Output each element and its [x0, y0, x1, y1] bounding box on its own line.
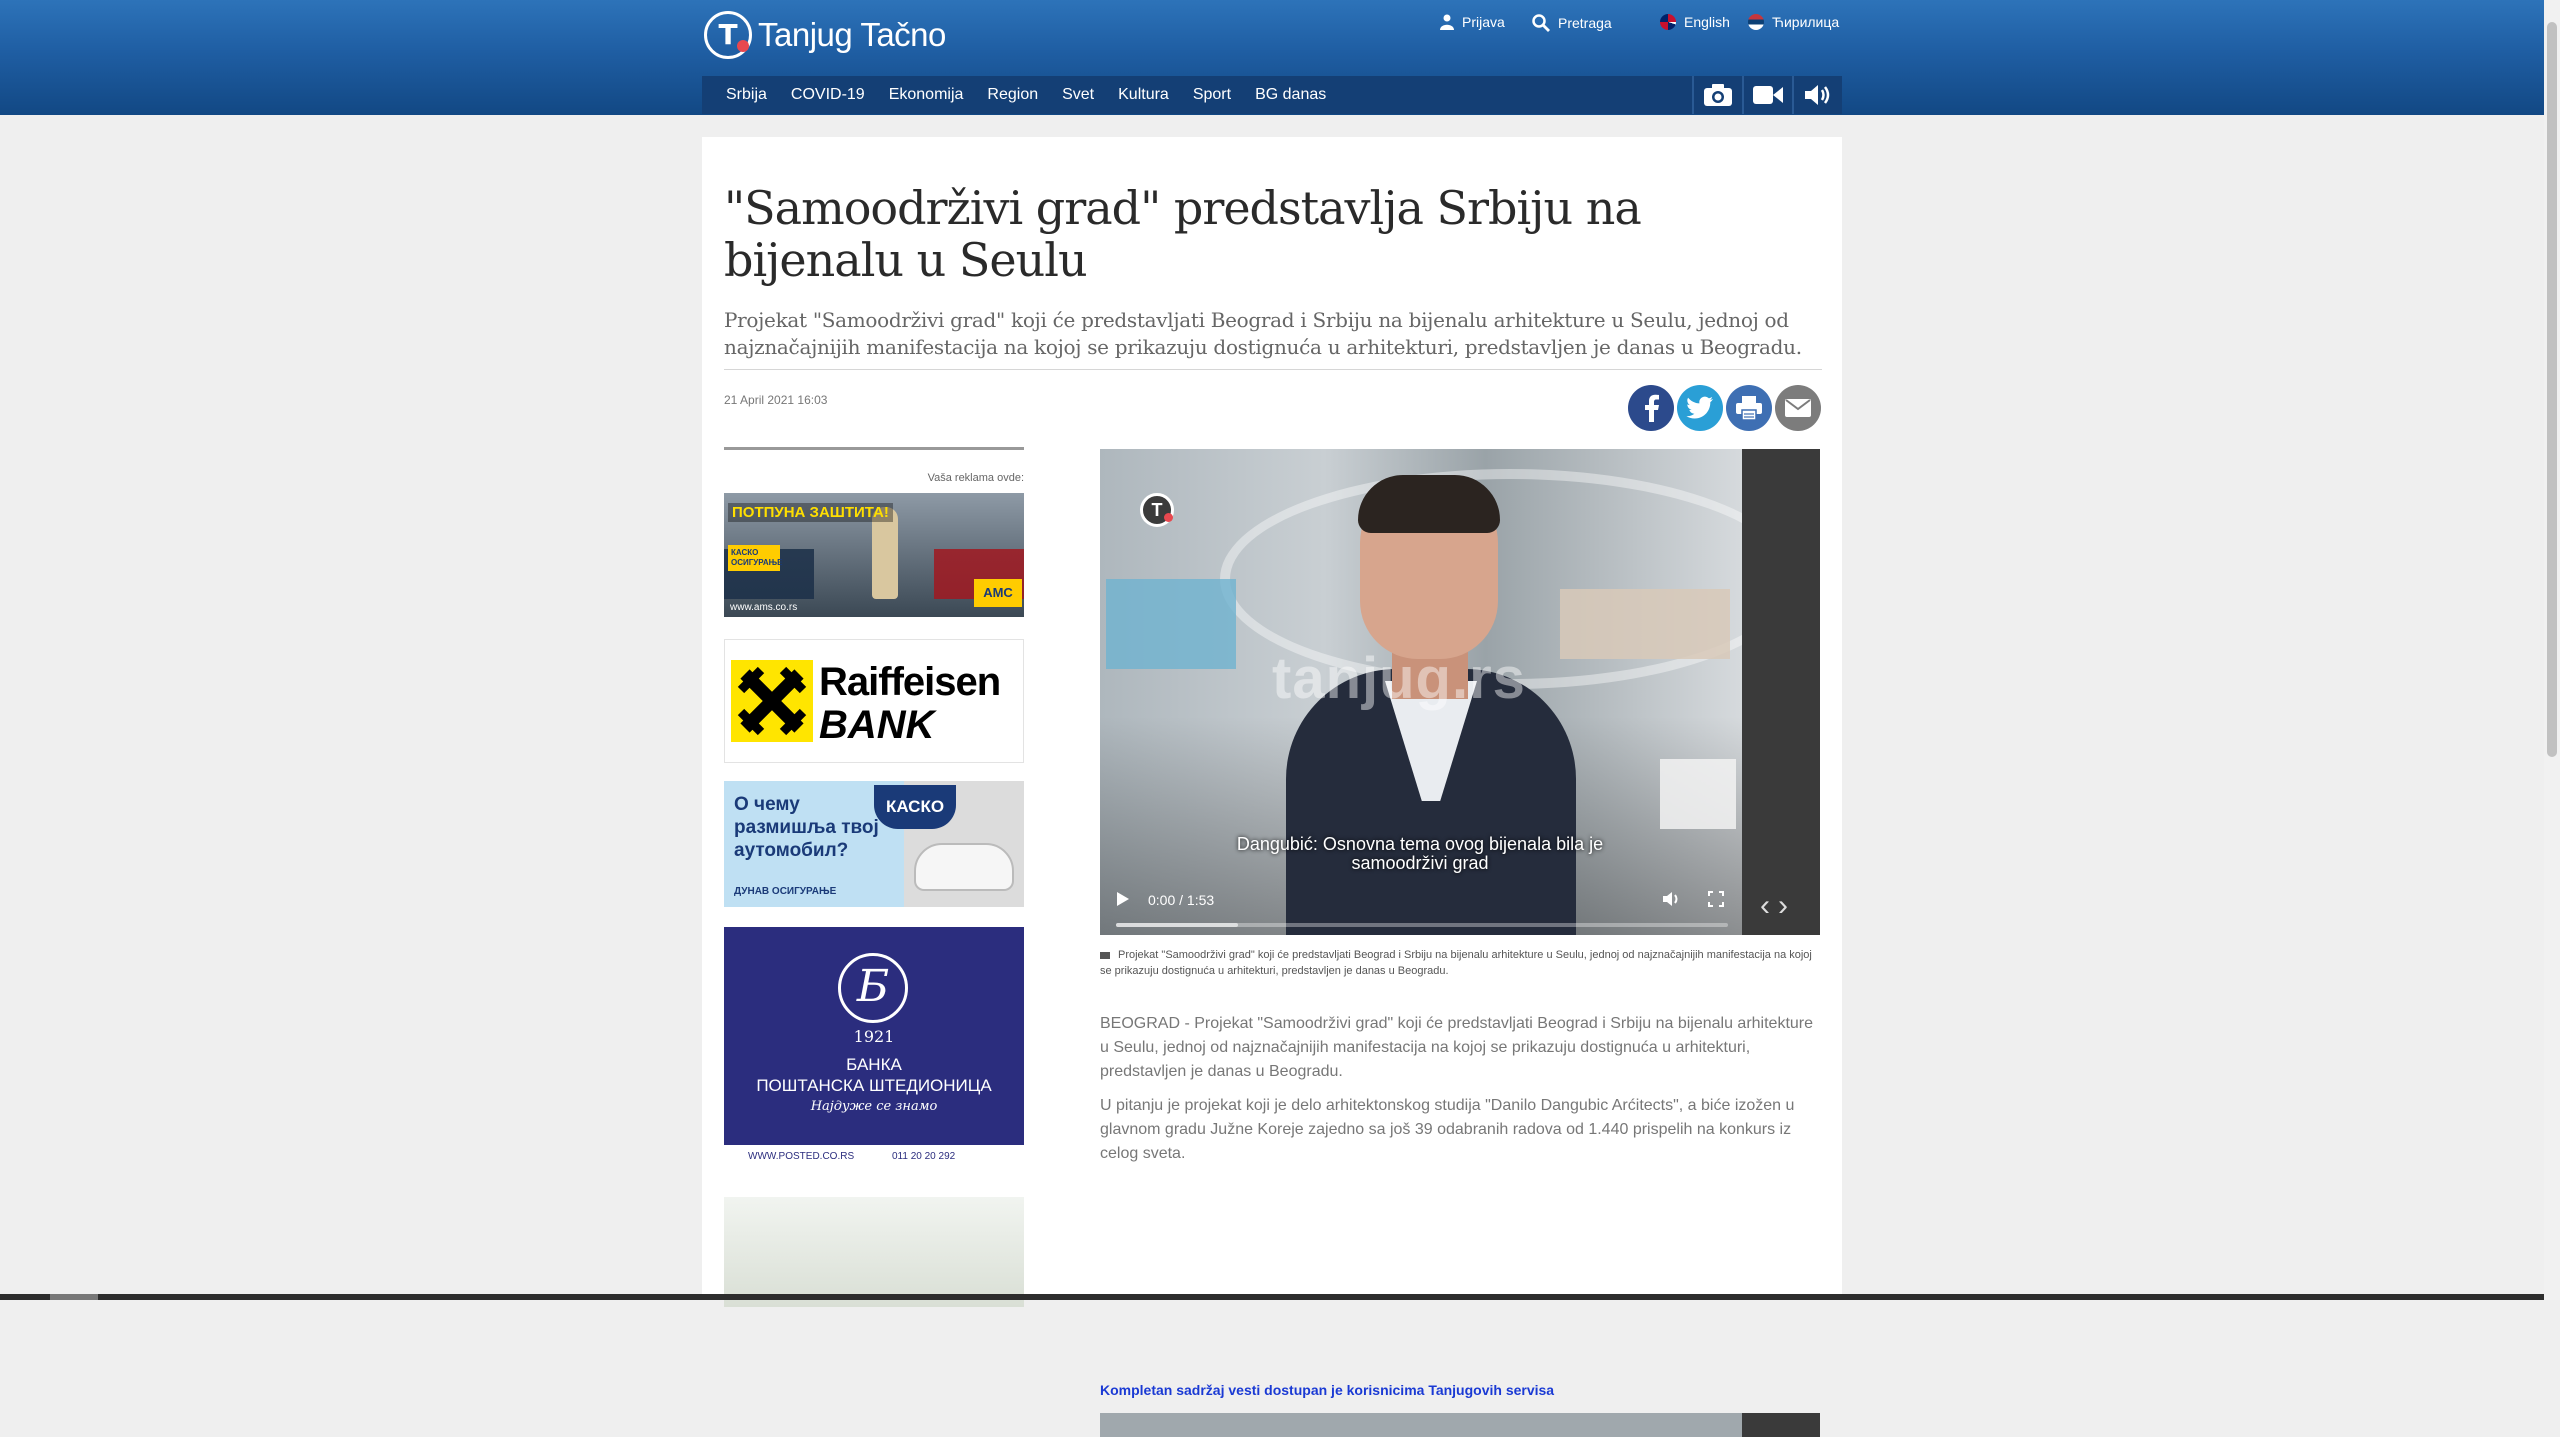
- video-bg-panel: [1560, 589, 1730, 659]
- second-video-player[interactable]: [1100, 1413, 1820, 1437]
- postanska-url: WWW.POSTED.CO.RS: [748, 1151, 855, 1162]
- postanska-slogan: Најдуже се знамо: [810, 1099, 938, 1114]
- postanska-ad-banner[interactable]: Б 1921 БАНКА ПОШТАНСКА ШТЕДИОНИЦА Најдуж…: [724, 927, 1024, 1177]
- english-label: English: [1684, 14, 1730, 30]
- twitter-icon[interactable]: [1677, 385, 1723, 431]
- volume-icon[interactable]: [1662, 891, 1682, 907]
- divider: [724, 369, 1822, 370]
- bottom-bar-segment: [50, 1294, 98, 1300]
- language-cyrillic[interactable]: Ћирилица: [1748, 14, 1839, 30]
- video-time: 0:00 / 1:53: [1148, 892, 1215, 908]
- subscriber-notice-link[interactable]: Kompletan sadržaj vesti dostupan je kori…: [1100, 1382, 1554, 1398]
- article-title: "Samoodrživi grad" predstavlja Srbiju na…: [724, 181, 1642, 287]
- uk-flag-icon: [1660, 14, 1676, 30]
- login-label: Prijava: [1462, 14, 1505, 30]
- ad-car-image: [914, 843, 1014, 891]
- ams-ad-side-text: КАСКО ОСИГУРАЊЕ: [728, 545, 783, 571]
- video-camera-icon: [1100, 951, 1110, 959]
- site-logo[interactable]: T Tanjug Tačno: [704, 10, 946, 60]
- postanska-logo-icon: Б: [838, 953, 908, 1023]
- nav-item-region[interactable]: Region: [987, 86, 1038, 104]
- share-buttons: [1628, 385, 1823, 431]
- ams-ad-url: www.ams.co.rs: [730, 602, 798, 613]
- print-icon[interactable]: [1726, 385, 1772, 431]
- video-icon[interactable]: [1742, 76, 1792, 114]
- ams-ad-headline: ПОТПУНА ЗАШТИТА!: [728, 503, 893, 522]
- embed-code-icon[interactable]: ‹›: [1760, 889, 1796, 923]
- nav-item-srbija[interactable]: Srbija: [726, 86, 767, 104]
- search-icon: [1532, 14, 1550, 32]
- article-paragraph: U pitanju je projekat koji je delo arhit…: [1100, 1097, 1795, 1162]
- media-shortcuts: [1692, 76, 1842, 114]
- video-sidebar: [1742, 449, 1820, 935]
- scrollbar-thumb[interactable]: [2547, 22, 2557, 757]
- video-buffered: [1116, 923, 1239, 927]
- main-navigation: Srbija COVID-19 Ekonomija Region Svet Ku…: [702, 76, 1842, 114]
- site-header: T Tanjug Tačno Prijava Pretraga English …: [0, 0, 2544, 115]
- partial-ad-banner[interactable]: [724, 1197, 1024, 1307]
- article-lead: Projekat "Samoodrživi grad" koji će pred…: [724, 308, 1802, 359]
- facebook-icon[interactable]: [1628, 385, 1674, 431]
- fullscreen-icon[interactable]: [1708, 891, 1724, 907]
- dunav-ad-banner[interactable]: О чему размишља твој аутомобил? КАСКО ДУ…: [724, 781, 1024, 907]
- nav-item-bg-danas[interactable]: BG danas: [1255, 86, 1326, 104]
- search-label: Pretraga: [1558, 15, 1612, 31]
- dunav-ad-badge: КАСКО: [874, 785, 956, 829]
- video-caption-text: Projekat "Samoodrživi grad" koji će pred…: [1100, 949, 1812, 977]
- ads-caption: Vaša reklama ovde:: [927, 472, 1024, 484]
- video-watermark: tanjug.rs: [1272, 646, 1526, 711]
- play-icon[interactable]: [1116, 891, 1130, 907]
- video-bg-panel: [1106, 579, 1236, 669]
- article-container: "Samoodrživi grad" predstavlja Srbiju na…: [702, 137, 1842, 1437]
- article-paragraph: BEOGRAD - Projekat "Samoodrživi grad" ko…: [1100, 1015, 1814, 1080]
- login-link[interactable]: Prijava: [1440, 14, 1505, 30]
- logo-dot: [737, 40, 749, 52]
- video-caption: Projekat "Samoodrživi grad" koji će pred…: [1100, 947, 1820, 979]
- video-bg-panel: [1660, 759, 1736, 829]
- video-logo-dot: [1164, 513, 1173, 522]
- audio-icon[interactable]: [1792, 76, 1842, 114]
- camera-icon[interactable]: [1692, 76, 1742, 114]
- user-icon: [1440, 14, 1454, 30]
- ams-ad-banner[interactable]: ПОТПУНА ЗАШТИТА! КАСКО ОСИГУРАЊЕ АМС www…: [724, 493, 1024, 617]
- language-english[interactable]: English: [1660, 14, 1730, 30]
- ads-divider: [724, 447, 1024, 450]
- video-controls: 0:00 / 1:53: [1100, 861, 1742, 935]
- speaker-hair: [1358, 475, 1500, 533]
- postanska-phone: 011 20 20 292: [892, 1151, 956, 1162]
- ams-ad-badge: АМС: [974, 579, 1022, 607]
- serbia-flag-icon: [1748, 14, 1764, 30]
- postanska-line-1: БАНКА: [846, 1055, 902, 1074]
- nav-item-kultura[interactable]: Kultura: [1118, 86, 1169, 104]
- bottom-bar: [0, 1294, 2544, 1300]
- video-logo-icon: T: [1140, 493, 1174, 527]
- tanjug-logo-icon: T: [704, 11, 752, 59]
- dunav-ad-footer: ДУНАВ ОСИГУРАЊЕ: [734, 886, 837, 897]
- logo-letter: T: [718, 18, 738, 51]
- raiffeisen-line-2: BANK: [819, 703, 935, 747]
- video-sidebar: [1742, 1413, 1820, 1437]
- postanska-line-2: ПОШТАНСКА ШТЕДИОНИЦА: [756, 1076, 992, 1095]
- cyrillic-label: Ћирилица: [1772, 14, 1840, 30]
- email-icon[interactable]: [1775, 385, 1821, 431]
- nav-item-sport[interactable]: Sport: [1193, 86, 1231, 104]
- article-date: 21 April 2021 16:03: [724, 393, 828, 407]
- video-frame: tanjug.rs T Dangubić: Osnovna tema ovog …: [1100, 449, 1800, 935]
- raiffeisen-ad-banner[interactable]: Raiffeisen BANK: [724, 639, 1024, 763]
- search-link[interactable]: Pretraga: [1532, 14, 1612, 32]
- brand-name: Tanjug Tačno: [758, 16, 946, 53]
- nav-item-ekonomija[interactable]: Ekonomija: [889, 86, 964, 104]
- video-logo-letter: T: [1151, 500, 1163, 520]
- page-scrollbar[interactable]: [2544, 0, 2560, 1300]
- raiffeisen-logo-icon: [731, 660, 813, 742]
- nav-item-svet[interactable]: Svet: [1062, 86, 1094, 104]
- video-progress-bar[interactable]: [1116, 923, 1728, 927]
- dunav-ad-text: О чему размишља твој аутомобил?: [734, 794, 879, 861]
- raiffeisen-line-1: Raiffeisen: [819, 660, 1001, 704]
- nav-item-covid-19[interactable]: COVID-19: [791, 86, 865, 104]
- postanska-year: 1921: [853, 1027, 895, 1046]
- video-player[interactable]: tanjug.rs T Dangubić: Osnovna tema ovog …: [1100, 449, 1820, 935]
